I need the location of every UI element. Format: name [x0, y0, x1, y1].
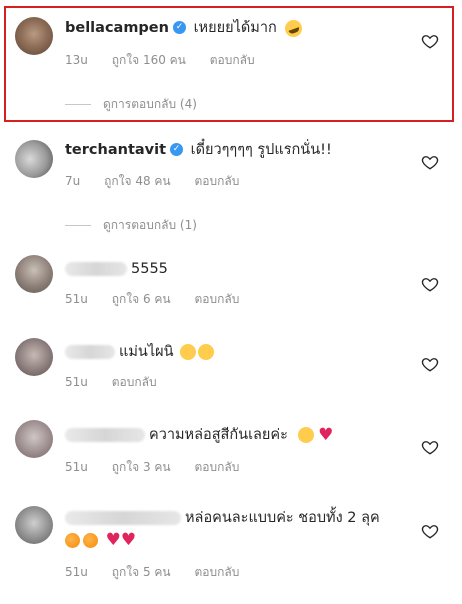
- comment-meta: 13u ถูกใจ 160 คน ตอบกลับ: [65, 51, 275, 70]
- comment-line: terchantavit ✓ เดี๋ยวๆๆๆๆ รูปแรกนั่น!!: [65, 140, 332, 160]
- laughing-tears-emoji: [198, 344, 215, 360]
- timestamp: 7u: [65, 174, 81, 188]
- view-replies-label[interactable]: ดูการตอบกลับ (1): [103, 218, 197, 232]
- timestamp: 51u: [65, 565, 88, 579]
- avatar[interactable]: [15, 17, 53, 55]
- laughing-tears-emoji: [180, 344, 197, 360]
- reply-button[interactable]: ตอบกลับ: [194, 292, 239, 306]
- reply-button[interactable]: ตอบกลับ: [112, 375, 157, 389]
- blurred-username: [65, 428, 145, 442]
- comment-text: ความหล่อสูสีกันเลยค่ะ: [149, 427, 288, 443]
- timestamp: 51u: [65, 375, 88, 389]
- avatar[interactable]: [15, 140, 53, 178]
- comment-line: ความหล่อสูสีกันเลยค่ะ ♥: [65, 425, 333, 445]
- reply-button[interactable]: ตอบกลับ: [194, 565, 239, 579]
- comment-meta: 51u ถูกใจ 3 คน ตอบกลับ: [65, 458, 259, 477]
- like-count[interactable]: ถูกใจ 5 คน: [112, 565, 171, 579]
- heart-icon[interactable]: [421, 32, 439, 50]
- avatar[interactable]: [15, 338, 53, 376]
- verified-badge-icon: ✓: [172, 20, 186, 34]
- heart-icon[interactable]: [421, 275, 439, 293]
- comment-meta: 51u ถูกใจ 6 คน ตอบกลับ: [65, 290, 259, 309]
- heart-icon[interactable]: [421, 438, 439, 456]
- red-heart-icon: ♥: [318, 425, 334, 445]
- username[interactable]: terchantavit: [65, 142, 166, 158]
- comment-line: 5555: [65, 259, 168, 279]
- reply-button[interactable]: ตอบกลับ: [194, 174, 239, 188]
- avatar[interactable]: [15, 506, 53, 544]
- divider: [65, 225, 91, 226]
- comment-text: เหยยยได้มาก: [193, 20, 277, 36]
- divider: [65, 104, 91, 105]
- username[interactable]: bellacampen: [65, 20, 169, 36]
- comment-meta: 7u ถูกใจ 48 คน ตอบกลับ: [65, 172, 259, 191]
- view-replies[interactable]: ดูการตอบกลับ (4): [65, 95, 197, 114]
- grin-emoji: [297, 427, 314, 443]
- heart-icon[interactable]: [421, 355, 439, 373]
- red-heart-icon: ♥: [120, 530, 137, 550]
- like-count[interactable]: ถูกใจ 48 คน: [104, 174, 171, 188]
- comment-line: แม่นไผนิ: [65, 342, 215, 362]
- comment-text: หล่อคนละแบบค่ะ ชอบทั้ง 2 ลุค: [185, 510, 380, 526]
- like-count[interactable]: ถูกใจ 3 คน: [112, 460, 171, 474]
- comment-text: เดี๋ยวๆๆๆๆ รูปแรกนั่น!!: [190, 142, 332, 158]
- like-count[interactable]: ถูกใจ 160 คน: [112, 53, 186, 67]
- comment-line: หล่อคนละแบบค่ะ ชอบทั้ง 2 ลุค ♥♥: [65, 507, 380, 551]
- rofl-emoji: [282, 17, 305, 39]
- avatar[interactable]: [15, 255, 53, 293]
- comment-meta: 51u ตอบกลับ: [65, 373, 177, 392]
- timestamp: 51u: [65, 292, 88, 306]
- heart-icon[interactable]: [421, 153, 439, 171]
- timestamp: 13u: [65, 53, 88, 67]
- orange-emoji: [83, 532, 98, 548]
- comment-line: bellacampen ✓ เหยยยได้มาก: [65, 17, 305, 39]
- avatar[interactable]: [15, 420, 53, 458]
- comment-text: แม่นไผนิ: [119, 344, 174, 360]
- timestamp: 51u: [65, 460, 88, 474]
- view-replies[interactable]: ดูการตอบกลับ (1): [65, 216, 197, 235]
- blurred-username: [65, 262, 127, 276]
- red-heart-icon: ♥: [105, 530, 121, 550]
- heart-icon[interactable]: [421, 522, 439, 540]
- blurred-username: [65, 511, 181, 525]
- like-count[interactable]: ถูกใจ 6 คน: [112, 292, 171, 306]
- orange-emoji: [65, 532, 80, 548]
- comment-text: 5555: [131, 261, 168, 277]
- blurred-username: [65, 345, 115, 359]
- comment-meta: 51u ถูกใจ 5 คน ตอบกลับ: [65, 563, 259, 582]
- view-replies-label[interactable]: ดูการตอบกลับ (4): [103, 97, 197, 111]
- reply-button[interactable]: ตอบกลับ: [210, 53, 255, 67]
- reply-button[interactable]: ตอบกลับ: [194, 460, 239, 474]
- verified-badge-icon: ✓: [170, 142, 184, 156]
